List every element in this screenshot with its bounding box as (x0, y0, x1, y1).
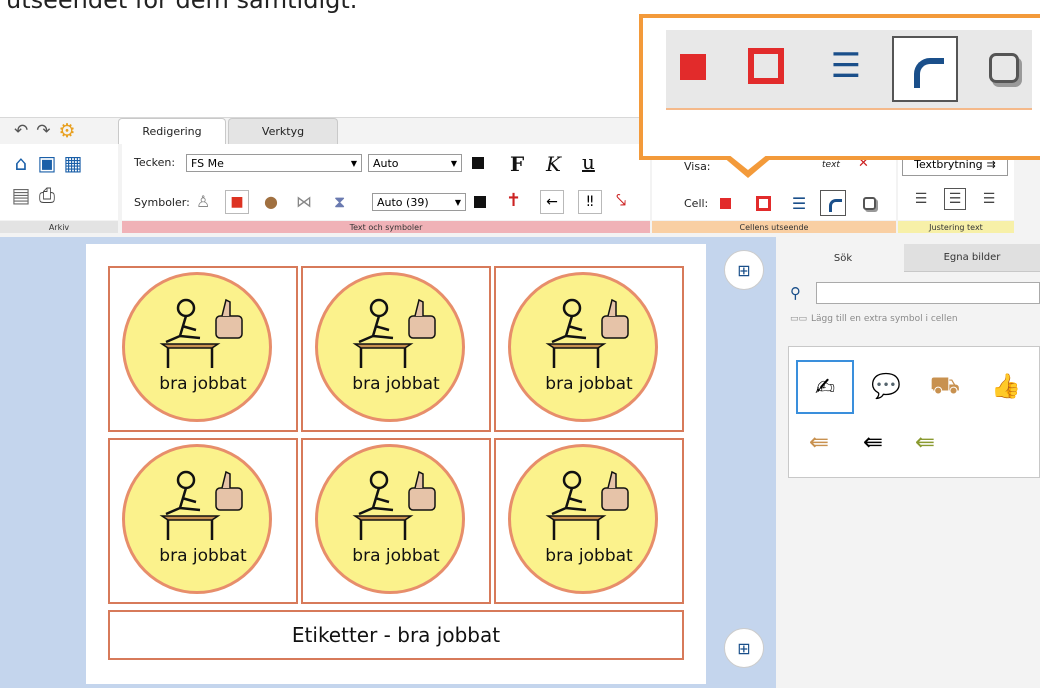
writer-thumbs-up-icon (352, 298, 436, 368)
symbol-color-swatch[interactable] (474, 196, 486, 208)
chevron-down-icon: ▼ (454, 197, 461, 207)
result-arrow-group-icon[interactable]: ⇚ (900, 416, 950, 468)
intro-text: utseendet för dem samtidigt. (6, 0, 358, 14)
chevron-down-icon: ▼ (450, 158, 457, 168)
symbol-size-select[interactable]: Auto (39) ▼ (372, 193, 466, 211)
print-icon[interactable]: ⎙ (36, 184, 58, 206)
align-center-icon[interactable]: ☰ (944, 188, 966, 210)
font-size-value: Auto (373, 156, 399, 170)
cell-border-color-icon[interactable] (752, 192, 774, 214)
font-select[interactable]: FS Me ▼ (186, 154, 362, 172)
group-label-arkiv: Arkiv (0, 221, 118, 233)
text-icon-label[interactable]: text (822, 160, 840, 170)
zoom-corner-radius-icon (892, 36, 958, 102)
color-symbol-icon[interactable]: ■ (225, 190, 249, 214)
cell-fill-color-icon[interactable] (714, 192, 736, 214)
writer-thumbs-up-icon (545, 470, 629, 540)
result-arrow-person-box-icon[interactable]: ⇚ (796, 416, 842, 468)
zoom-border-width-icon: ☰ (830, 46, 862, 86)
font-size-select[interactable]: Auto ▼ (368, 154, 462, 172)
search-icon: ⚲ (790, 284, 801, 302)
bold-button[interactable]: F (510, 152, 524, 176)
tab-redigering[interactable]: Redigering (118, 118, 226, 144)
undo-icon[interactable]: ↶ (14, 122, 28, 140)
zoom-cell-fill-color-icon (678, 52, 708, 82)
writer-thumbs-up-icon (352, 470, 436, 540)
result-writer-thumbs-up-icon[interactable]: ✍ (796, 360, 854, 414)
add-page-below-icon[interactable]: ⊞ (724, 628, 764, 668)
add-extra-symbol-label: Lägg till en extra symbol i cellen (811, 314, 958, 324)
symbol-size-value: Auto (39) (377, 195, 429, 209)
save-icon[interactable]: ▣ (36, 152, 58, 174)
writer-thumbs-up-icon (159, 298, 243, 368)
callout-pointer-inner (728, 154, 768, 170)
text-color-swatch[interactable] (472, 157, 484, 169)
chevron-down-icon: ▼ (350, 158, 357, 168)
exclamation-icon[interactable]: ‼ (578, 190, 602, 214)
italic-button[interactable]: K (546, 152, 561, 176)
zoom-cell-border-color-icon (746, 46, 786, 86)
grid-cell[interactable]: bra jobbat (301, 266, 491, 432)
settings-gear-icon[interactable]: ⚙ (59, 122, 76, 141)
quick-access-toolbar: ↶ ↷ ⚙ (14, 122, 76, 141)
tab-verktyg[interactable]: Verktyg (228, 118, 338, 144)
cell-label: Cell: (684, 197, 709, 210)
cell-label: bra jobbat (159, 374, 247, 394)
font-select-value: FS Me (191, 156, 224, 170)
negation-icon[interactable]: ⤥ (616, 190, 626, 211)
group-label-justify: Justering text (898, 221, 1014, 233)
redo-icon[interactable]: ↷ (36, 122, 50, 140)
group-label-text-symbols: Text och symboler (122, 221, 650, 233)
writer-thumbs-up-icon (159, 470, 243, 540)
add-page-above-icon[interactable]: ⊞ (724, 250, 764, 290)
zoom-shadow-icon (984, 48, 1024, 88)
grid-cell[interactable]: bra jobbat (494, 438, 684, 604)
result-person-box-icon[interactable]: ⛟ (914, 360, 976, 412)
arrow-left-icon[interactable]: ← (540, 190, 564, 214)
symbols-label: Symboler: (134, 196, 190, 209)
cross-out-icon[interactable]: ✝ (506, 190, 521, 211)
grid-cell[interactable]: bra jobbat (301, 438, 491, 604)
writer-thumbs-up-icon (545, 298, 629, 368)
grid-cell[interactable]: bra jobbat (108, 266, 298, 432)
cell-label: bra jobbat (159, 546, 247, 566)
tab-sok[interactable]: Sök (786, 244, 900, 272)
search-input[interactable] (816, 282, 1040, 304)
result-arrow-writer-icon[interactable]: ⇚ (850, 416, 896, 468)
save-as-icon[interactable]: ▦ (62, 152, 84, 174)
result-speech-thumbs-up-icon[interactable]: 💬 (860, 360, 912, 412)
extra-symbol-icon: ▭▭ (790, 314, 808, 324)
skin-tone-icon[interactable]: ● (264, 192, 278, 211)
align-right-icon[interactable]: ☰ (978, 188, 1000, 210)
new-document-icon[interactable]: ▤ (10, 184, 32, 206)
cell-label: bra jobbat (352, 374, 440, 394)
group-label-cell-appearance: Cellens utseende (652, 221, 896, 233)
add-extra-symbol-button[interactable]: ▭▭ Lägg till en extra symbol i cellen (790, 314, 958, 324)
align-left-icon[interactable]: ☰ (910, 188, 932, 210)
home-icon[interactable]: ⌂ (10, 152, 32, 174)
font-label: Tecken: (134, 156, 176, 169)
result-thumbs-up-icon[interactable]: 👍 (980, 360, 1032, 412)
flip-icon[interactable]: ⧗ (334, 192, 345, 212)
cell-label: bra jobbat (352, 546, 440, 566)
tab-egna-bilder[interactable]: Egna bilder (904, 244, 1040, 272)
grid-cell[interactable]: bra jobbat (494, 266, 684, 432)
cell-label: bra jobbat (545, 546, 633, 566)
shadow-icon[interactable] (858, 192, 880, 214)
cell-label: bra jobbat (545, 374, 633, 394)
underline-button[interactable]: u (582, 150, 595, 174)
arkiv-icons: ⌂ ▣ ▦ ▤ ⎙ (10, 152, 84, 206)
mirror-icon[interactable]: ⋈ (296, 192, 312, 211)
visa-label: Visa: (684, 160, 711, 173)
grid-cell[interactable]: bra jobbat (108, 438, 298, 604)
footer-cell[interactable]: Etiketter - bra jobbat (108, 610, 684, 660)
person-symbol-icon[interactable]: ♙ (196, 192, 210, 211)
border-width-icon[interactable]: ☰ (788, 192, 810, 214)
corner-radius-icon[interactable] (820, 190, 846, 216)
